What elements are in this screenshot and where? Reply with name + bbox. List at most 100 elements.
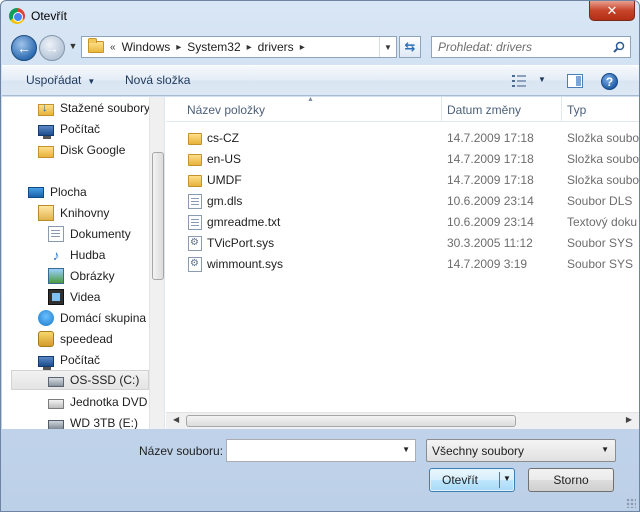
text-file-icon	[188, 215, 202, 230]
refresh-button[interactable]: ⇆	[399, 36, 421, 58]
sidebar-item-computer-favorite[interactable]: Počítač	[38, 119, 100, 139]
sidebar-item-wd-drive[interactable]: WD 3TB (E:)	[48, 413, 138, 429]
file-row[interactable]: UMDF 14.7.2009 17:18 Složka soubor	[166, 170, 639, 191]
scrollbar-thumb[interactable]	[152, 152, 164, 280]
videos-icon	[48, 289, 64, 305]
file-date: 14.7.2009 17:18	[447, 152, 534, 166]
file-row[interactable]: gm.dls 10.6.2009 23:14 Soubor DLS	[166, 191, 639, 212]
filename-combobox[interactable]: ▼	[226, 439, 416, 462]
column-divider[interactable]	[561, 97, 562, 122]
open-options-chevron-icon[interactable]: ▼	[503, 474, 511, 483]
breadcrumb-windows[interactable]: Windows	[122, 40, 171, 54]
file-row[interactable]: gmreadme.txt 10.6.2009 23:14 Textový dok…	[166, 212, 639, 233]
open-button[interactable]: Otevřít ▼	[429, 468, 515, 492]
filename-input[interactable]	[227, 440, 397, 461]
file-type: Soubor DLS	[567, 194, 633, 208]
file-row[interactable]: wimmount.sys 14.7.2009 3:19 Soubor SYS	[166, 254, 639, 275]
file-list: ▲ Název položky Datum změny Typ cs-CZ 14…	[166, 97, 639, 429]
sidebar-item-label: Disk Google	[60, 143, 126, 157]
sidebar-item-homegroup[interactable]: Domácí skupina	[38, 308, 146, 328]
sidebar-item-libraries[interactable]: Knihovny	[38, 203, 109, 223]
file-name: TVicPort.sys	[207, 236, 275, 250]
column-header-type[interactable]: Typ	[567, 103, 586, 117]
search-input[interactable]	[432, 37, 608, 57]
sidebar-item-label: Domácí skupina	[60, 311, 147, 325]
file-name: wimmount.sys	[207, 257, 284, 271]
scrollbar-thumb[interactable]	[186, 415, 516, 427]
back-arrow-icon: ←	[17, 40, 31, 56]
window-title: Otevřít	[31, 9, 68, 23]
recent-locations-dropdown[interactable]: ▼	[67, 41, 79, 55]
sidebar-item-computer[interactable]: Počítač	[38, 350, 100, 370]
sidebar-item-label: Počítač	[60, 353, 101, 367]
file-row[interactable]: en-US 14.7.2009 17:18 Složka soubor	[166, 149, 639, 170]
sidebar-item-label: Knihovny	[60, 206, 110, 220]
file-type: Složka soubor	[567, 131, 639, 145]
cancel-button[interactable]: Storno	[528, 468, 614, 492]
open-file-dialog: Otevřít ✕ ← → ▼ « Windows ▸ System32 ▸ d…	[0, 0, 640, 512]
sidebar-item-user[interactable]: speedead	[38, 329, 113, 349]
sidebar-item-videos[interactable]: Videa	[48, 287, 100, 307]
file-date: 14.7.2009 3:19	[447, 257, 528, 271]
file-name: en-US	[207, 152, 242, 166]
organize-button[interactable]: Uspořádat ▼	[26, 73, 95, 87]
sidebar-item-music[interactable]: ♪ Hudba	[48, 245, 106, 265]
sidebar-item-desktop[interactable]: Plocha	[28, 182, 87, 202]
horizontal-scrollbar[interactable]: ◀ ▶	[166, 412, 639, 429]
sidebar-item-label: Hudba	[70, 248, 106, 262]
scroll-left-icon[interactable]: ◀	[173, 415, 179, 424]
scroll-right-icon[interactable]: ▶	[626, 415, 632, 424]
chevron-down-icon[interactable]: ▼	[402, 445, 410, 454]
search-icon[interactable]	[613, 41, 625, 53]
resize-grip-icon[interactable]	[626, 498, 636, 508]
view-dropdown-chevron-icon[interactable]: ▼	[538, 75, 546, 84]
organize-label: Uspořádat	[26, 73, 82, 87]
breadcrumb-separator-icon[interactable]: ▸	[176, 42, 181, 53]
column-divider[interactable]	[441, 97, 442, 122]
breadcrumb-system32[interactable]: System32	[187, 40, 240, 54]
navigation-scrollbar[interactable]	[149, 97, 164, 429]
sidebar-item-documents[interactable]: Dokumenty	[48, 224, 131, 244]
folder-icon	[188, 154, 202, 166]
google-drive-folder-icon	[38, 145, 54, 158]
file-type-select[interactable]: Všechny soubory ▼	[426, 439, 616, 462]
chrome-app-icon	[9, 8, 25, 24]
forward-arrow-icon: →	[45, 40, 59, 56]
breadcrumb-drivers[interactable]: drivers	[258, 40, 294, 54]
preview-pane-icon[interactable]	[567, 74, 583, 88]
computer-icon	[38, 355, 54, 370]
new-folder-button[interactable]: Nová složka	[125, 73, 190, 87]
file-row[interactable]: TVicPort.sys 30.3.2005 11:12 Soubor SYS	[166, 233, 639, 254]
address-bar[interactable]: « Windows ▸ System32 ▸ drivers ▸ ▼	[81, 36, 397, 58]
sidebar-item-label: Obrázky	[70, 269, 115, 283]
sidebar-item-downloads[interactable]: Stažené soubory	[38, 98, 150, 118]
back-button[interactable]: ←	[11, 35, 37, 61]
forward-button[interactable]: →	[39, 35, 65, 61]
chevron-down-icon: ▼	[601, 445, 609, 454]
title-bar[interactable]: Otevřít ✕	[1, 1, 639, 31]
command-toolbar: Uspořádat ▼ Nová složka ▼ ?	[2, 65, 639, 96]
sidebar-item-dvd-drive[interactable]: Jednotka DVD RW (D:)	[48, 392, 164, 412]
sidebar-item-google-drive[interactable]: Disk Google	[38, 140, 125, 160]
file-name: gmreadme.txt	[207, 215, 281, 229]
music-icon: ♪	[52, 247, 60, 263]
breadcrumb-separator-icon[interactable]: ▸	[300, 42, 305, 53]
sidebar-item-pictures[interactable]: Obrázky	[48, 266, 115, 286]
column-header-date[interactable]: Datum změny	[447, 103, 521, 117]
view-options-icon[interactable]	[512, 75, 526, 87]
sidebar-item-label: Počítač	[60, 122, 101, 136]
file-row[interactable]: cs-CZ 14.7.2009 17:18 Složka soubor	[166, 128, 639, 149]
search-box[interactable]	[431, 36, 631, 58]
folder-icon	[88, 38, 104, 53]
sidebar-item-label: speedead	[60, 332, 113, 346]
breadcrumb-separator-icon[interactable]: ▸	[247, 42, 252, 53]
system-drive-icon	[48, 376, 64, 387]
file-type: Složka soubor	[567, 152, 639, 166]
column-header-name[interactable]: Název položky	[187, 103, 265, 117]
help-icon[interactable]: ?	[601, 73, 618, 90]
sidebar-item-os-ssd[interactable]: OS-SSD (C:)	[11, 370, 149, 390]
file-date: 10.6.2009 23:14	[447, 215, 534, 229]
address-dropdown-button[interactable]: ▼	[379, 37, 396, 57]
overflow-chevron[interactable]: «	[110, 42, 116, 53]
close-button[interactable]: ✕	[589, 1, 635, 21]
